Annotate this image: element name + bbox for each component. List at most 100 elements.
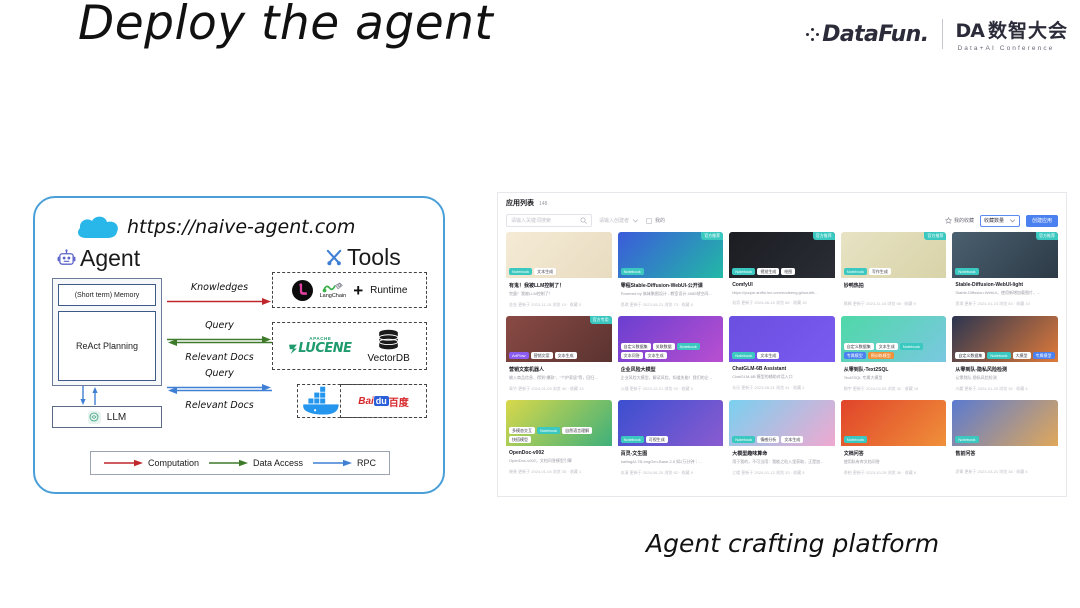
card-meta: 江楼 更新于 2024-01-12 浏览 33 · 收藏 5 [732,470,805,475]
card-badge-group: Notebook 文本生成 [509,267,557,275]
card-thumbnail: Notebook [840,400,947,446]
card-thumbnail: 自定义数据集 文本生成 Notebook 专属模型 预训练模型 [840,316,947,362]
app-card[interactable]: 多模态交互 Notebook 自然语言理解 快搭模型 OpenDoc-v002 OpenD… [506,400,612,479]
da-mark: DA [955,20,986,42]
search-input[interactable]: 请输入关键词搜索 [506,214,592,227]
card-thumbnail: Notebook 文本生成 [506,232,612,278]
app-card[interactable]: 官方专用 ArtFlow 营销文案 文本生成营销文案机器人 输入商品信息、得到“爆款”、… [506,316,612,395]
app-card[interactable]: Notebook 可视生成百灵-文生图 bailingAI-7B-ImgGen-Ba… [617,400,724,479]
slide-caption: Agent crafting platform [646,529,940,558]
card-thumbnail: 官方推荐 Notebook [617,232,724,278]
agent-platform-screenshot: 应用列表 148 请输入关键词搜索 请输入创建者 我的 我的收藏 收藏数量 创建… [497,192,1067,497]
card-meta: 若男 更新于 2024-06-15 浏览 68 · 收藏 15 [732,300,807,305]
card-badge: 自然语言理解 [562,426,593,434]
app-card[interactable]: 自定义数据集 Notebook 大模型 专属模型从零到队-隐私风险检测 认零到队-隐私风… [952,316,1058,395]
arrow-query-blue-label: Query [205,368,234,379]
app-card[interactable]: 自定义数据集 文本生成 Notebook 专属模型 预训练模型 从零到队-Text2SQL… [840,316,947,395]
card-badge: 预训练模型 [867,351,894,359]
card-description: Stable-Diffusion-WebUI，使用新增加载图片、... [955,290,1041,295]
card-corner-tag: 官方专用 [589,316,612,324]
app-toolbar: 请输入关键词搜索 请输入创建者 我的 我的收藏 收藏数量 创建应用 [506,214,1058,227]
baidu-box: Bai du 百度 [340,384,427,418]
card-badge-group: 自定义数据集 Notebook 大模型 专属模型 [955,351,1055,359]
legend-item-computation: Computation [103,458,199,468]
favorites-button[interactable]: 我的收藏 [944,217,974,224]
card-badge: Notebook [987,351,1011,359]
only-mine-label: 我的 [655,218,666,224]
legend-computation-line [103,459,143,467]
card-body: 营销文案机器人 输入商品信息、得到“爆款”、“个护家居”等，回归... 青竹 更新于… [506,362,612,395]
tools-heading: Tools [325,244,401,271]
create-app-button[interactable]: 创建应用 [1025,214,1058,227]
card-corner-tag: 官方推荐 [701,232,724,240]
app-card[interactable]: Notebook 文本生成 ChatGLM-6B Assistant ChatGLM-… [729,316,835,395]
da-conference-logo: DA 数智大会 Data+AI Conference [956,16,1069,52]
only-mine-checkbox[interactable]: 我的 [646,217,665,224]
card-badge-group: ArtFlow 营销文案 文本生成 [509,351,577,359]
card-badge: 文本问答 [620,351,643,359]
favorites-label: 我的收藏 [953,218,974,224]
card-title: ChatGLM-6B Assistant [732,366,787,372]
card-thumbnail: 官方推荐 Notebook [952,232,1058,278]
card-badge-group: Notebook 可视生成 [620,435,668,443]
app-card-grid: Notebook 文本生成 有鬼！我被LLM控制了！ 完蛋！我被LLM控制了！ 金金 更… [498,232,1066,487]
card-body: OpenDoc-v002 OpenDoc-v002，文档问答模型引擎 晓勇 更新于 … [506,446,612,478]
card-meta: 玄清 更新于 2024-06-20 浏览 82 · 收藏 9 [620,470,693,475]
search-placeholder: 请输入关键词搜索 [511,218,552,224]
card-badge: 大模型 [1012,351,1031,359]
card-description: ChatGLM-6B 模型的辅助对话入口 [732,374,793,379]
card-body: 企业风险大模型 企业风险大模型，解读风险，知道失能！我们的企... 公瑾 更新于 2… [618,362,724,395]
card-badge: 绘图 [781,267,796,275]
card-thumbnail: Notebook 可视生成 [617,400,724,446]
app-card[interactable]: Notebook 售前问答 凌霄 更新于 2023-03-21 浏览 36 · 收… [952,400,1058,479]
card-title: ComfyUI [732,282,753,288]
openai-icon [87,410,101,424]
card-badge: 专属模型 [1032,351,1055,359]
architecture-diagram-panel: https://naive-agent.com Agent Tools (Sho… [33,196,445,494]
card-badge: Notebook [732,435,756,443]
app-card[interactable]: 自定义数据集 关联数据 Notebook 文本问答 文本生成 企业风险大模型 企业风险大模型… [617,316,724,395]
card-corner-tag: 官方推荐 [1035,232,1058,240]
card-description: 企业风险大模型，解读风险，知道失能！我们的企... [620,375,712,380]
app-card[interactable]: Notebook 情感分析 文本生成 大模型趣味算命 用于我的，不可当用：我能之粒入里获… [729,400,835,479]
card-badge-group: Notebook [955,267,979,275]
app-card[interactable]: Notebook 文档问答 使用私有库文档问答 季柏 更新于 2023-10-28 浏… [840,400,947,479]
card-thumbnail: Notebook [952,400,1058,446]
star-icon [944,217,952,224]
card-badge: Notebook [899,342,923,350]
card-meta: 思琪 更新于 2024-01-23 浏览 53 · 收藏 10 [955,301,1030,306]
llm-box: LLM [52,406,162,428]
baidu-logo: Bai du 百度 [358,394,409,409]
card-description: https://yuque.antfin.inc.com/nodeeng.gl/… [732,290,818,295]
card-badge: 写作生成 [868,267,891,275]
langchain-label: LangChain [319,293,347,299]
card-body: 大模型趣味算命 用于我的，不可当用：我能之粒入里获取，正是加... 江楼 更新于 2… [729,446,835,479]
card-title: 营销文案机器人 [509,367,545,373]
card-badge: Notebook [537,426,561,434]
app-card[interactable]: 官方推荐 Notebook 写作生成 妙鸭热拍 枫枫 更新于 2023-11-16 浏… [840,232,947,311]
card-thumbnail: 官方专用 ArtFlow 营销文案 文本生成 [506,316,612,362]
card-badge: 视觉生成 [757,267,780,275]
card-description: 使用私有库文档问答 [843,459,880,464]
card-title: 大模型趣味算命 [732,451,768,457]
card-meta: 青竹 更新于 2024-01-09 浏览 40 · 收藏 13 [509,386,584,391]
app-card[interactable]: Notebook 文本生成 有鬼！我被LLM控制了！ 完蛋！我被LLM控制了！ 金金 更… [506,232,612,311]
card-badge: 自定义数据集 [955,351,986,359]
card-body: 从零到队-隐私风险检测 认零到队-隐私风险检测 川麓 更新于 2024-01-25 … [952,362,1058,395]
da-chinese-name: 数智大会 [987,21,1068,42]
app-card[interactable]: 官方推荐 Notebook 零程Stable-Diffusion-WebUI-公开课… [617,232,724,311]
app-card[interactable]: 官方推荐 Notebook 视觉生成 绘图 ComfyUI https://yuque.a… [729,232,835,311]
creator-filter-select[interactable]: 请输入创建者 [599,217,639,224]
card-badge: Notebook [843,435,867,443]
toolbar-right-group: 我的收藏 收藏数量 创建应用 [944,214,1058,227]
tool-box-runtime: LangChain + Runtime [272,272,427,308]
card-meta: 季柏 更新于 2023-10-28 浏览 36 · 收藏 6 [843,470,917,475]
sort-select[interactable]: 收藏数量 [979,214,1020,227]
card-thumbnail: 自定义数据集 关联数据 Notebook 文本问答 文本生成 [617,316,724,362]
creator-filter-placeholder: 请输入创建者 [599,218,630,224]
card-description: Text2SQL 专属大模型 [843,375,883,380]
card-body: 百灵-文生图 bailingAI-7B-ImgGen-Base-2.5 如2万分钟… [618,446,724,479]
app-card[interactable]: 官方推荐 Notebook Stable-Diffusion-WebUI-light… [952,232,1058,311]
card-meta: 川麓 更新于 2024-01-25 浏览 30 · 收藏 4 [955,386,1028,391]
card-badge: Notebook [955,435,979,443]
